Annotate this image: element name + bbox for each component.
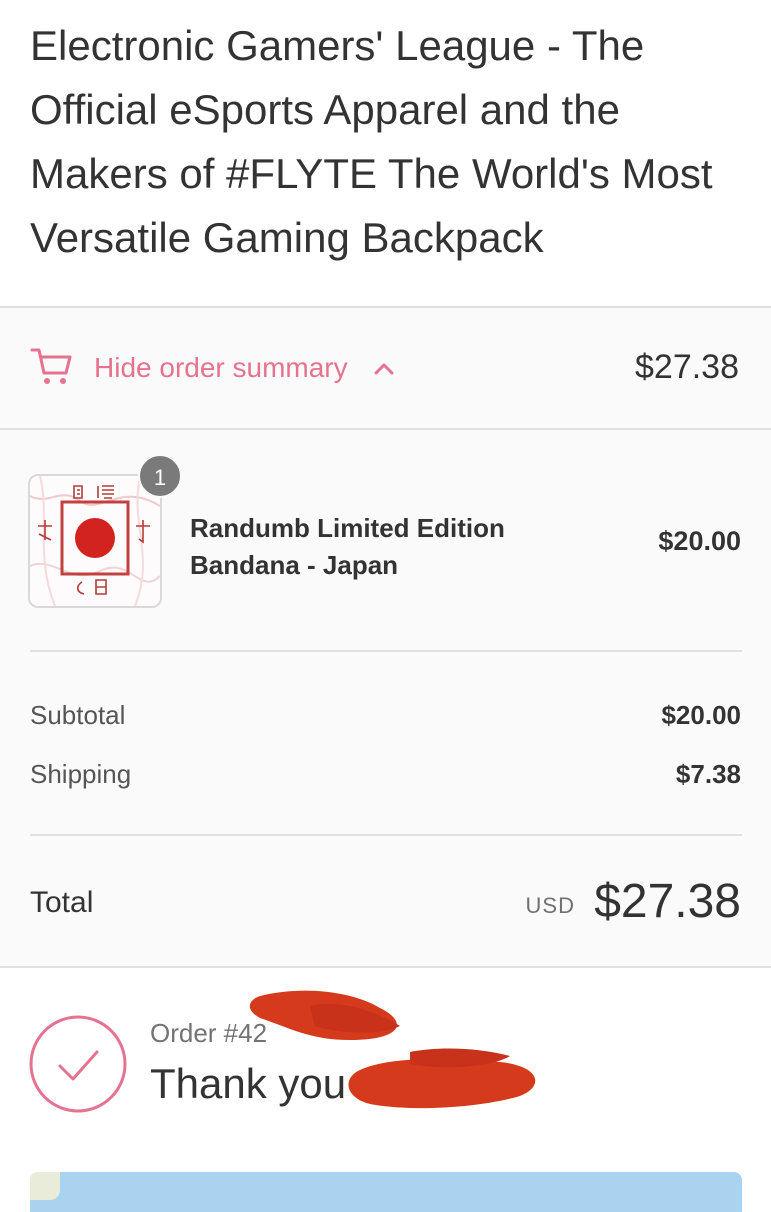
product-thumbnail: 1 bbox=[28, 454, 182, 608]
product-line: 1 Randumb Limited Edition Bandana - Japa… bbox=[0, 430, 771, 650]
product-image bbox=[28, 474, 162, 608]
quantity-badge: 1 bbox=[138, 454, 182, 498]
map-preview[interactable] bbox=[30, 1172, 742, 1212]
divider bbox=[30, 650, 742, 652]
subtotal-label: Subtotal bbox=[30, 700, 126, 730]
checkmark-icon bbox=[29, 1015, 127, 1113]
toggle-label[interactable]: Hide order summary bbox=[94, 352, 348, 384]
order-summary-panel: Hide order summary $27.38 1 Randumb Limi… bbox=[0, 308, 771, 968]
total-value: $27.38 bbox=[594, 875, 741, 928]
product-name: Randumb Limited Edition Bandana - Japan bbox=[190, 510, 550, 584]
toggle-total: $27.38 bbox=[635, 348, 739, 386]
shipping-value: $7.38 bbox=[675, 759, 741, 789]
order-confirmation: Order #42 Thank you bbox=[0, 968, 771, 1212]
chevron-up-icon bbox=[374, 363, 394, 375]
product-price: $20.00 bbox=[658, 526, 741, 556]
store-title[interactable]: Electronic Gamers' League - The Official… bbox=[30, 14, 750, 270]
redaction-scribble bbox=[249, 990, 536, 1109]
product-variant: Bandana - Japan bbox=[190, 550, 399, 580]
order-summary-toggle[interactable]: Hide order summary $27.38 bbox=[0, 308, 771, 430]
subtotal-value: $20.00 bbox=[661, 700, 741, 730]
divider bbox=[30, 834, 742, 836]
shipping-label: Shipping bbox=[30, 759, 132, 789]
cart-icon bbox=[30, 348, 72, 384]
store-header: Electronic Gamers' League - The Official… bbox=[0, 0, 771, 308]
total-label: Total bbox=[30, 886, 94, 919]
currency-code: USD bbox=[525, 893, 575, 918]
map-land bbox=[30, 1172, 60, 1200]
product-title: Randumb Limited Edition bbox=[190, 513, 505, 543]
